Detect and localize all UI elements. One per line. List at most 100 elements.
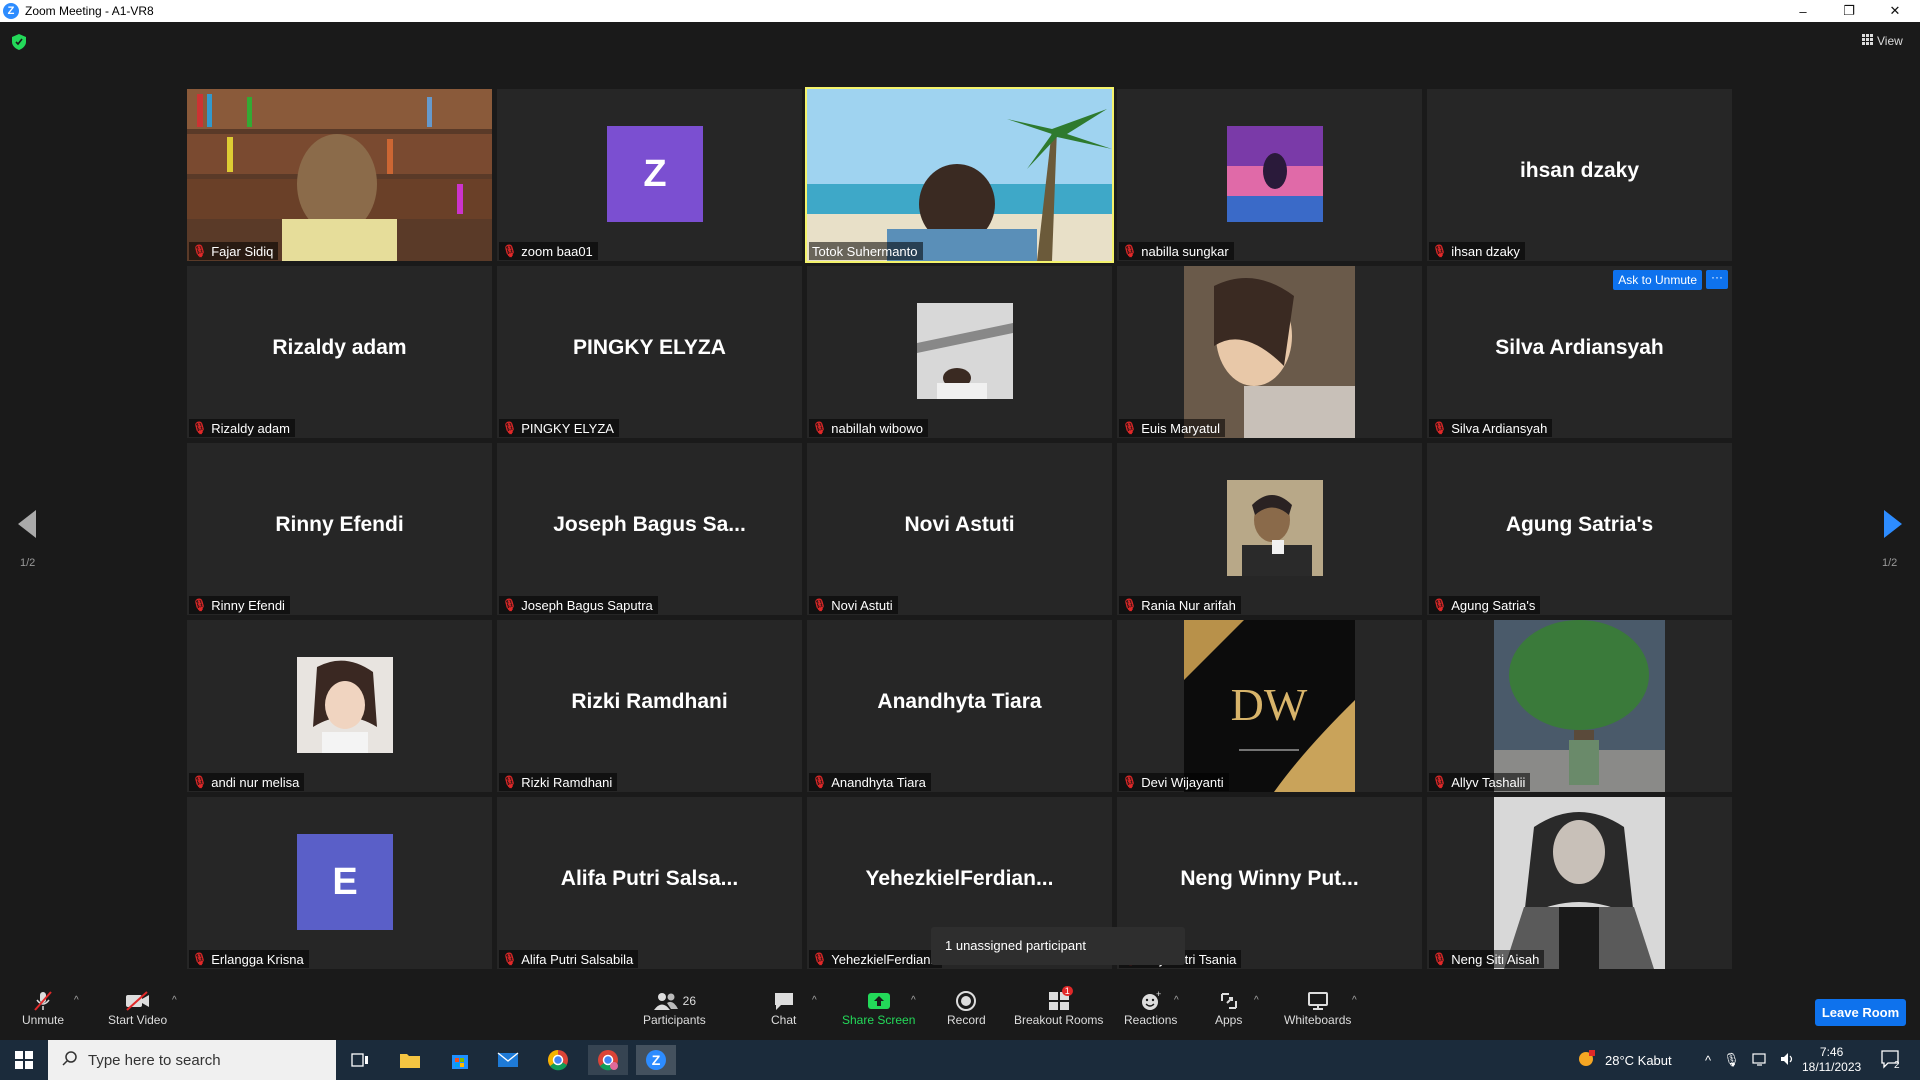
- whiteboards-label: Whiteboards: [1284, 1013, 1352, 1027]
- video-options-chevron-icon[interactable]: ^: [172, 995, 177, 1006]
- audio-options-chevron-icon[interactable]: ^: [74, 995, 79, 1006]
- start-video-button[interactable]: Start Video: [108, 989, 167, 1027]
- video-off-icon: [125, 989, 151, 1013]
- zoom-taskbar-icon[interactable]: Z: [636, 1045, 676, 1075]
- participant-tile[interactable]: Joseph Bagus Sa... 🎙 Joseph Bagus Saputra: [497, 443, 802, 615]
- microsoft-store-icon[interactable]: [440, 1045, 480, 1075]
- reactions-button[interactable]: + Reactions: [1124, 989, 1177, 1027]
- participant-avatar: E: [297, 834, 393, 930]
- participant-tile[interactable]: Rizki Ramdhani 🎙 Rizki Ramdhani: [497, 620, 802, 792]
- participant-photo: [1494, 797, 1665, 969]
- clock-date: 18/11/2023: [1802, 1060, 1862, 1074]
- participant-name-label: 🎙 Euis Maryatul: [1119, 419, 1225, 437]
- participant-tile[interactable]: 🎙 nabilla sungkar: [1117, 89, 1422, 261]
- window-title: Zoom Meeting - A1-VR8: [25, 4, 154, 18]
- participant-tile[interactable]: 🎙 Euis Maryatul: [1117, 266, 1422, 438]
- participant-name-label: 🎙 Alifa Putri Salsabila: [499, 950, 639, 968]
- ask-to-unmute-button[interactable]: Ask to Unmute: [1613, 270, 1702, 290]
- participant-display-name: Anandhyta Tiara: [877, 690, 1042, 713]
- close-button[interactable]: ✕: [1872, 0, 1918, 22]
- muted-mic-icon: 🎙: [192, 775, 208, 789]
- participant-display-name: Neng Winny Put...: [1180, 867, 1359, 890]
- mail-icon[interactable]: [488, 1045, 528, 1075]
- muted-mic-icon: 🎙: [1432, 952, 1448, 966]
- view-button[interactable]: View: [1862, 34, 1903, 48]
- participant-tile[interactable]: 🎙 Fajar Sidiq: [187, 89, 492, 261]
- chat-options-chevron-icon[interactable]: ^: [812, 995, 817, 1006]
- tray-overflow-chevron-icon[interactable]: ^: [1705, 1053, 1711, 1068]
- muted-mic-icon: 🎙: [1432, 598, 1448, 612]
- participant-tile[interactable]: 🎙 Rania Nur arifah: [1117, 443, 1422, 615]
- participant-display-name: Silva Ardiansyah: [1495, 336, 1664, 359]
- participant-tile[interactable]: PINGKY ELYZA 🎙 PINGKY ELYZA: [497, 266, 802, 438]
- windows-start-icon[interactable]: [4, 1045, 44, 1075]
- participant-tile[interactable]: 🎙 Allyv Tashalii: [1427, 620, 1732, 792]
- clock-time: 7:46: [1819, 1045, 1844, 1059]
- participant-tile[interactable]: ihsan dzaky 🎙 ihsan dzaky: [1427, 89, 1732, 261]
- participant-display-name: PINGKY ELYZA: [573, 336, 726, 359]
- participant-tile[interactable]: Rinny Efendi 🎙 Rinny Efendi: [187, 443, 492, 615]
- participant-tile[interactable]: Agung Satria's 🎙 Agung Satria's: [1427, 443, 1732, 615]
- restore-button[interactable]: ❐: [1826, 0, 1872, 22]
- muted-mic-icon: 🎙: [502, 598, 518, 612]
- participant-tile[interactable]: Alifa Putri Salsa... 🎙 Alifa Putri Salsab…: [497, 797, 802, 969]
- participant-tile[interactable]: 🎙 andi nur melisa: [187, 620, 492, 792]
- chrome-icon[interactable]: [538, 1045, 578, 1075]
- whiteboards-button[interactable]: Whiteboards: [1284, 989, 1351, 1027]
- participant-display-name: Rinny Efendi: [275, 513, 404, 536]
- file-explorer-icon[interactable]: [390, 1045, 430, 1075]
- leave-room-button[interactable]: Leave Room: [1815, 999, 1906, 1026]
- network-tray-icon[interactable]: [1752, 1052, 1768, 1069]
- notifications-button[interactable]: 2: [1880, 1040, 1900, 1080]
- participants-count: 26: [682, 994, 697, 1008]
- record-label: Record: [947, 1013, 986, 1027]
- participant-tile[interactable]: DW 🎙 Devi Wijayanti: [1117, 620, 1422, 792]
- participant-tile[interactable]: Z 🎙 zoom baa01: [497, 89, 802, 261]
- apps-button[interactable]: Apps: [1215, 989, 1242, 1027]
- chat-bubble-icon: [773, 989, 795, 1013]
- microphone-tray-icon[interactable]: 🎙: [1723, 1052, 1740, 1068]
- task-view-icon[interactable]: [340, 1045, 380, 1075]
- participant-tile[interactable]: Anandhyta Tiara 🎙 Anandhyta Tiara: [807, 620, 1112, 792]
- participant-name-label: 🎙 Rinny Efendi: [189, 596, 290, 614]
- unmute-button[interactable]: Unmute: [22, 989, 64, 1027]
- volume-tray-icon[interactable]: [1780, 1052, 1796, 1069]
- participant-name-label: 🎙 Silva Ardiansyah: [1429, 419, 1553, 437]
- participant-tile[interactable]: Rizaldy adam 🎙 Rizaldy adam: [187, 266, 492, 438]
- participant-tile[interactable]: Novi Astuti 🎙 Novi Astuti: [807, 443, 1112, 615]
- participant-name-label: 🎙 nabilla sungkar: [1119, 242, 1234, 260]
- participant-tile-active-speaker[interactable]: Totok Suhermanto: [805, 87, 1114, 263]
- chrome-profile-icon[interactable]: [588, 1045, 628, 1075]
- clock[interactable]: 7:46 18/11/2023: [1802, 1040, 1861, 1080]
- participant-photo: [1227, 126, 1323, 222]
- record-button[interactable]: Record: [947, 989, 986, 1027]
- encryption-shield-icon[interactable]: [12, 34, 28, 50]
- apps-options-chevron-icon[interactable]: ^: [1254, 995, 1259, 1006]
- participant-tile[interactable]: Ask to Unmute ··· Silva Ardiansyah 🎙 Silv…: [1427, 266, 1732, 438]
- whiteboards-options-chevron-icon[interactable]: ^: [1352, 995, 1357, 1006]
- whiteboard-icon: [1307, 989, 1329, 1013]
- participant-tile[interactable]: 🎙 nabillah wibowo: [807, 266, 1112, 438]
- weather-widget[interactable]: 28°C Kabut: [1575, 1040, 1672, 1080]
- svg-text:+: +: [1156, 990, 1161, 999]
- page-indicator-right: 1/2: [1882, 557, 1898, 569]
- reactions-options-chevron-icon[interactable]: ^: [1174, 995, 1179, 1006]
- participant-tile[interactable]: E 🎙 Erlangga Krisna: [187, 797, 492, 969]
- window-titlebar: Z Zoom Meeting - A1-VR8 – ❐ ✕: [0, 0, 1920, 22]
- next-page-arrow-icon[interactable]: [1884, 510, 1902, 546]
- taskbar-search-box[interactable]: Type here to search: [48, 1040, 336, 1080]
- share-screen-button[interactable]: Share Screen: [842, 989, 915, 1027]
- share-options-chevron-icon[interactable]: ^: [911, 995, 916, 1006]
- more-options-button[interactable]: ···: [1706, 270, 1728, 289]
- breakout-rooms-button[interactable]: 1 Breakout Rooms: [1014, 986, 1103, 1027]
- previous-page-arrow-icon[interactable]: [18, 510, 36, 546]
- muted-mic-icon: 🎙: [1122, 775, 1138, 789]
- chat-button[interactable]: Chat: [771, 989, 796, 1027]
- minimize-button[interactable]: –: [1780, 0, 1826, 22]
- unmute-label: Unmute: [22, 1013, 65, 1027]
- participants-button[interactable]: 26 Participants: [643, 989, 706, 1027]
- participant-tile[interactable]: 🎙 Neng Siti Aisah: [1427, 797, 1732, 969]
- participant-name-label: 🎙 PINGKY ELYZA: [499, 419, 619, 437]
- muted-mic-icon: 🎙: [502, 775, 518, 789]
- muted-mic-icon: 🎙: [1432, 244, 1448, 258]
